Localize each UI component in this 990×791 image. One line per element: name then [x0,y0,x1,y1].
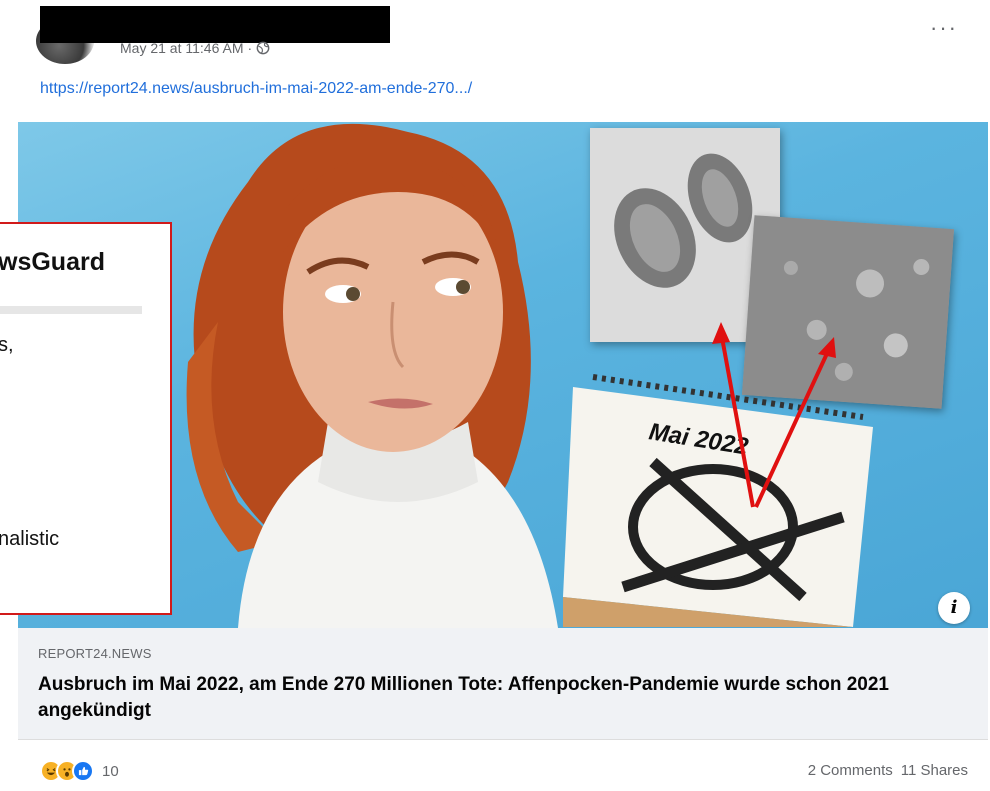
reaction-count: 10 [102,762,119,780]
link-preview-footer[interactable]: REPORT24.NEWS Ausbruch im Mai 2022, am E… [18,628,988,740]
post-stats: 2 Comments 11 Shares [808,762,968,779]
globe-icon [256,41,270,55]
shares-count[interactable]: 11 Shares [901,762,968,779]
like-reaction-icon [72,760,94,782]
post-link[interactable]: https://report24.news/ausbruch-im-mai-20… [40,80,472,98]
post-timestamp[interactable]: May 21 at 11:46 AM [120,40,243,56]
newsguard-divider [0,306,142,314]
reactions-summary[interactable]: 10 [40,760,119,782]
post-meta: May 21 at 11:46 AM · [120,40,270,56]
newsguard-title: wsGuard [0,248,105,276]
facebook-post: May 21 at 11:46 AM · ··· https://report2… [0,0,990,791]
newsguard-text-line-1: s, [0,334,14,356]
newsguard-panel: wsGuard s, nalistic [0,222,172,615]
newsguard-text-line-2: nalistic [0,528,60,550]
more-options-icon[interactable]: ··· [930,17,958,39]
link-headline[interactable]: Ausbruch im Mai 2022, am Ende 270 Millio… [38,672,938,724]
link-domain: REPORT24.NEWS [38,646,152,661]
comments-count[interactable]: 2 Comments [808,762,893,779]
info-icon[interactable]: i [938,592,970,624]
redacted-author-name [40,6,390,43]
